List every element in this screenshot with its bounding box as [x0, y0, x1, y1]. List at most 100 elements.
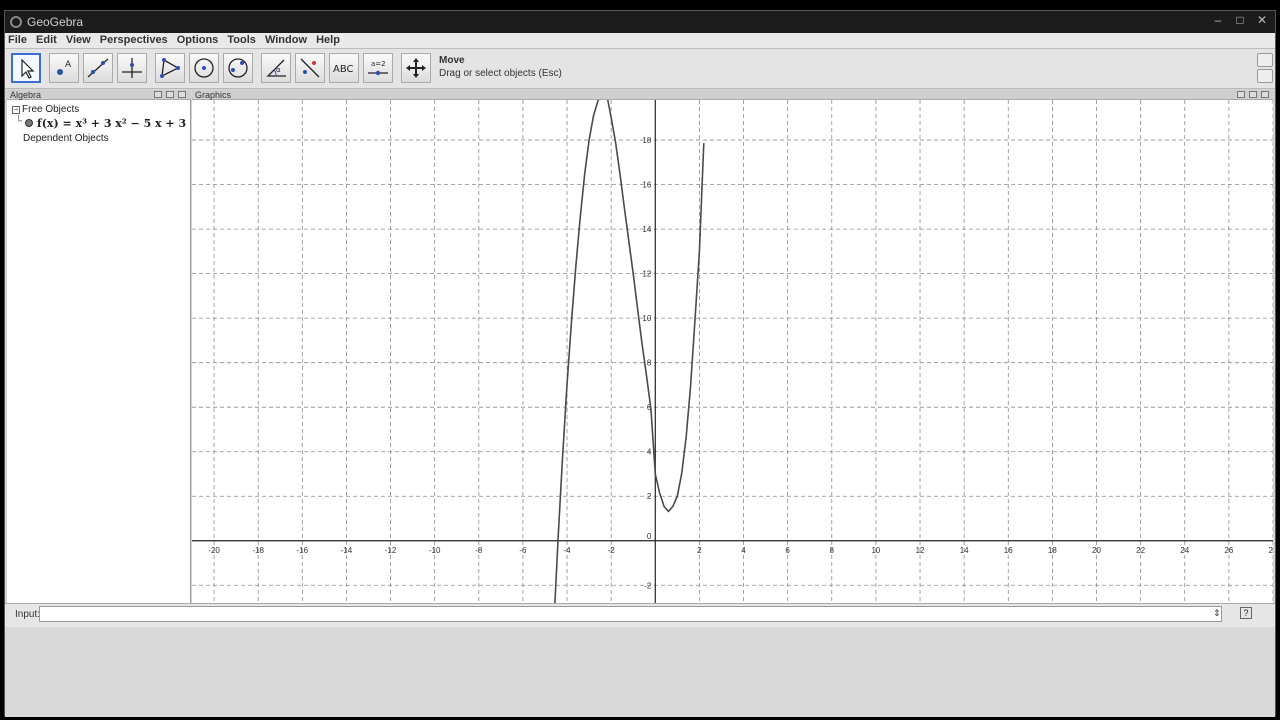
move-graphics-icon	[406, 58, 426, 78]
window-title: GeoGebra	[27, 15, 84, 29]
polygon-icon	[160, 58, 180, 78]
move-tool[interactable]	[11, 53, 41, 83]
reflect-icon	[300, 58, 320, 78]
slider-icon: a=2	[368, 60, 388, 76]
free-objects-label: Free Objects	[22, 104, 80, 115]
menu-options[interactable]: Options	[174, 33, 222, 46]
graphics-panel-header[interactable]: Graphics	[192, 90, 1273, 100]
arrow-pointer-icon	[21, 58, 35, 79]
status-area	[5, 627, 1275, 717]
maximize-button[interactable]: □	[1229, 11, 1251, 29]
toolbar: A α ABC a=2 Move Drag or select objects …	[5, 49, 1275, 89]
panel-maximize-icon[interactable]	[166, 91, 174, 98]
function-row[interactable]: f(x) = x³ + 3 x² − 5 x + 3	[25, 117, 186, 130]
x-tick-label: -6	[519, 546, 527, 555]
function-plot[interactable]: -20 -18 -16 -14 -12 -10 -8 -6 -4 -2 2 4 6 8 10 12 14 16 18…	[192, 100, 1273, 612]
algebra-panel-header[interactable]: Algebra	[7, 90, 191, 100]
move-graphics-tool[interactable]	[401, 53, 431, 83]
algebra-view: − Free Objects └ f(x) = x³ + 3 x² − 5 x +…	[7, 100, 191, 612]
menu-file[interactable]: File	[5, 33, 30, 46]
x-tick-label: -16	[297, 546, 309, 555]
dependent-objects-node[interactable]: Dependent Objects	[23, 133, 109, 144]
screen: GeoGebra – □ ✕ File Edit View Perspectiv…	[0, 0, 1280, 720]
input-label: Input:	[15, 609, 41, 620]
menu-help[interactable]: Help	[313, 33, 343, 46]
menu-tools[interactable]: Tools	[224, 33, 259, 46]
y-tick-label: 16	[642, 181, 651, 190]
conic-icon	[228, 58, 248, 78]
geogebra-app-icon	[10, 16, 22, 28]
close-button[interactable]: ✕	[1251, 11, 1273, 29]
x-tick-label: 4	[741, 546, 746, 555]
input-field[interactable]	[39, 606, 1222, 622]
perpendicular-line-tool[interactable]	[117, 53, 147, 83]
x-tick-label: -10	[429, 546, 441, 555]
line-tool[interactable]	[83, 53, 113, 83]
x-tick-label: -18	[252, 546, 264, 555]
y-tick-label: 12	[642, 270, 651, 279]
y-tick-label: 18	[642, 136, 651, 145]
circle-icon	[194, 58, 214, 78]
panel-float-icon[interactable]	[154, 91, 162, 98]
title-bar[interactable]: GeoGebra – □ ✕	[5, 11, 1275, 33]
svg-text:α: α	[276, 66, 281, 74]
collapse-icon[interactable]: −	[12, 106, 20, 114]
x-tick-label: 24	[1180, 546, 1189, 555]
svg-text:A: A	[65, 60, 72, 70]
graphics-header-label: Graphics	[195, 90, 232, 100]
y-tick-label: 8	[647, 359, 652, 368]
x-tick-label: -14	[341, 546, 353, 555]
input-history-spinner-icon[interactable]: ⇕	[1213, 608, 1221, 619]
menu-edit[interactable]: Edit	[33, 33, 60, 46]
polygon-tool[interactable]	[155, 53, 185, 83]
x-tick-label: 26	[1224, 546, 1233, 555]
y-tick-label: 4	[647, 448, 652, 457]
text-abc-icon: ABC	[333, 64, 354, 75]
reflect-tool[interactable]	[295, 53, 325, 83]
y-tick-label: -2	[644, 581, 652, 590]
tree-connector: └	[15, 116, 23, 127]
panel-close-icon[interactable]	[1261, 91, 1269, 98]
undo-icon[interactable]	[1257, 53, 1273, 67]
minimize-button[interactable]: –	[1207, 11, 1229, 29]
menu-window[interactable]: Window	[262, 33, 310, 46]
visibility-toggle-icon[interactable]	[25, 119, 33, 127]
x-tick-label: 8	[830, 546, 835, 555]
active-tool-help: Drag or select objects (Esc)	[439, 68, 562, 79]
x-tick-label: 10	[871, 546, 880, 555]
x-tick-label: -20	[208, 546, 220, 555]
free-objects-node[interactable]: − Free Objects	[12, 104, 79, 115]
slider-tool[interactable]: a=2	[363, 53, 393, 83]
panel-close-icon[interactable]	[178, 91, 186, 98]
text-tool[interactable]: ABC	[329, 53, 359, 83]
graphics-view[interactable]: -20 -18 -16 -14 -12 -10 -8 -6 -4 -2 2 4 6 8 10 12 14 16 18…	[192, 100, 1273, 612]
circle-tool[interactable]	[189, 53, 219, 83]
angle-tool[interactable]: α	[261, 53, 291, 83]
tool-help: Move Drag or select objects (Esc)	[439, 55, 562, 79]
line-icon	[87, 58, 109, 78]
angle-icon: α	[266, 59, 286, 77]
panel-float-icon[interactable]	[1237, 91, 1245, 98]
input-help-icon[interactable]: ?	[1240, 607, 1252, 619]
menu-perspectives[interactable]: Perspectives	[97, 33, 171, 46]
redo-icon[interactable]	[1257, 69, 1273, 83]
x-tick-label: -4	[563, 546, 571, 555]
y-tick-label: 14	[642, 225, 651, 234]
x-tick-label: -2	[608, 546, 616, 555]
svg-text:a=2: a=2	[371, 60, 386, 68]
svg-text:ABC: ABC	[333, 64, 354, 75]
x-tick-label: 18	[1048, 546, 1057, 555]
menu-view[interactable]: View	[63, 33, 94, 46]
active-tool-name: Move	[439, 55, 465, 66]
x-tick-label: 14	[960, 546, 969, 555]
x-tick-label: 12	[916, 546, 925, 555]
geogebra-window: GeoGebra – □ ✕ File Edit View Perspectiv…	[4, 10, 1276, 717]
point-tool[interactable]: A	[49, 53, 79, 83]
x-tick-label: -8	[475, 546, 483, 555]
panel-maximize-icon[interactable]	[1249, 91, 1257, 98]
x-tick-label: 22	[1136, 546, 1145, 555]
conic-tool[interactable]	[223, 53, 253, 83]
y-tick-label: 2	[647, 492, 652, 501]
x-tick-label: 16	[1004, 546, 1013, 555]
x-tick-label: 20	[1092, 546, 1101, 555]
